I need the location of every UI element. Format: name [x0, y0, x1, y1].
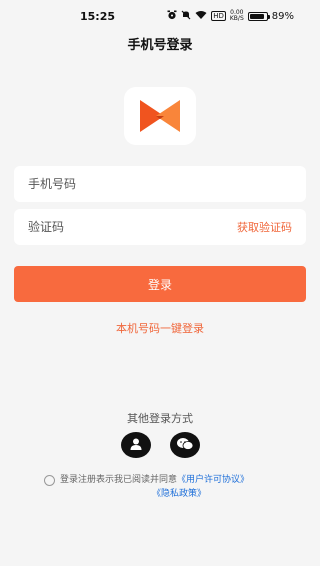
agreement-text: 登录注册表示我已阅读并同意《用户许可协议》: [44, 474, 314, 487]
phone-input[interactable]: [28, 177, 292, 191]
agreement-line-2: 《隐私政策》: [44, 488, 314, 501]
app-logo: [124, 87, 196, 145]
code-field[interactable]: 获取验证码: [14, 209, 306, 245]
status-bar: 15:25 HD 0.00 KB/S 89%: [0, 0, 320, 32]
user-icon: [129, 436, 143, 455]
battery-percent: 89%: [271, 10, 294, 22]
get-code-button[interactable]: 获取验证码: [237, 219, 292, 235]
account-login-button[interactable]: [121, 432, 151, 458]
wechat-login-button[interactable]: [170, 432, 200, 458]
hd-icon: HD: [211, 11, 226, 21]
privacy-policy-link[interactable]: 《隐私政策》: [152, 489, 206, 499]
status-icons: HD 0.00 KB/S 89%: [167, 10, 294, 23]
agreement-checkbox[interactable]: [44, 475, 55, 486]
user-agreement-link[interactable]: 《用户许可协议》: [177, 475, 249, 485]
verification-code-input[interactable]: [28, 220, 237, 234]
mute-icon: [181, 10, 191, 23]
wechat-icon: [176, 436, 194, 455]
agreement-prefix: 登录注册表示我已阅读并同意: [60, 475, 178, 485]
wifi-icon: [195, 10, 207, 23]
alarm-icon: [167, 10, 177, 23]
other-login-label: 其他登录方式: [127, 412, 193, 425]
page-title: 手机号登录: [127, 38, 193, 53]
phone-field[interactable]: [14, 166, 306, 202]
battery-fill: [249, 13, 264, 19]
login-button[interactable]: 登录: [14, 266, 306, 302]
status-time: 15:25: [80, 9, 116, 23]
battery-icon: [247, 11, 270, 21]
one-key-login-link[interactable]: 本机号码一键登录: [0, 320, 320, 336]
network-speed: 0.00 KB/S: [229, 9, 244, 22]
agreement: 登录注册表示我已阅读并同意《用户许可协议》 《隐私政策》: [44, 474, 314, 501]
